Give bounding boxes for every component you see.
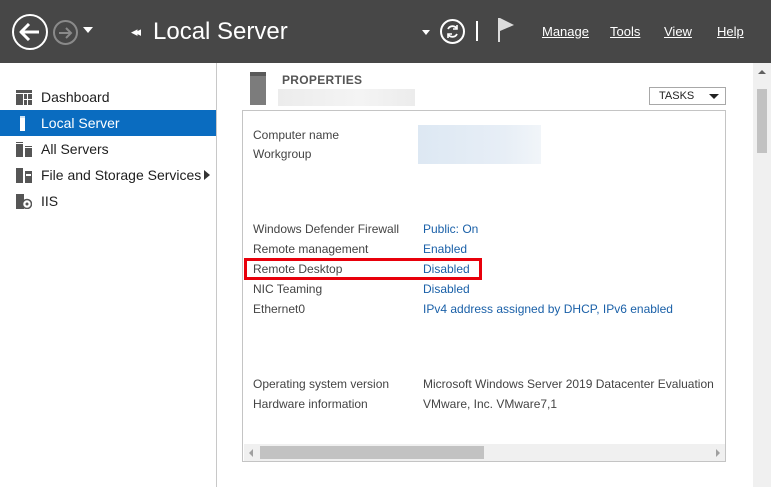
ethernet-link[interactable]: IPv4 address assigned by DHCP, IPv6 enab… <box>423 302 673 317</box>
sidebar-item-local-server[interactable]: Local Server <box>0 110 216 136</box>
horizontal-scrollbar[interactable] <box>244 444 725 461</box>
menu-help[interactable]: Help <box>717 24 744 40</box>
server-icon <box>250 72 266 105</box>
sidebar: Dashboard Local Server All Servers File … <box>0 63 217 487</box>
scrollbar-thumb[interactable] <box>757 89 767 153</box>
page-title: Local Server <box>153 18 288 45</box>
sidebar-item-label: All Servers <box>41 141 109 157</box>
local-server-icon <box>20 116 25 131</box>
header-bar: ◂◂ Local Server Manage Tools View Help <box>0 0 771 63</box>
forward-button[interactable] <box>53 20 78 45</box>
dashboard-icon <box>16 90 32 105</box>
sidebar-item-dashboard[interactable]: Dashboard <box>0 84 216 110</box>
properties-panel: Computer name Workgroup Windows Defender… <box>242 110 726 462</box>
forward-arrow-icon <box>59 26 73 39</box>
scroll-left-icon[interactable] <box>249 449 253 457</box>
refresh-button[interactable] <box>440 19 465 44</box>
sidebar-item-all-servers[interactable]: All Servers <box>0 136 216 162</box>
property-value: VMware, Inc. VMware7,1 <box>423 397 558 411</box>
tasks-button[interactable]: TASKS <box>649 87 726 105</box>
header-separator <box>476 21 478 41</box>
nic-teaming-link[interactable]: Disabled <box>423 282 470 297</box>
file-storage-icon <box>16 168 32 183</box>
firewall-link[interactable]: Public: On <box>423 222 478 237</box>
back-arrow-icon <box>19 23 39 41</box>
tasks-label: TASKS <box>659 90 695 102</box>
scrollbar-thumb[interactable] <box>260 446 484 459</box>
redacted-computer-name <box>418 125 541 164</box>
sidebar-item-label: IIS <box>41 193 59 209</box>
property-label: Ethernet0 <box>253 302 306 316</box>
menu-manage[interactable]: Manage <box>542 24 589 40</box>
remote-management-link[interactable]: Enabled <box>423 242 467 257</box>
property-label: Operating system version <box>253 377 390 391</box>
property-label: Workgroup <box>253 147 312 161</box>
menu-tools[interactable]: Tools <box>610 24 640 40</box>
all-servers-icon <box>16 142 32 157</box>
history-dropdown-button[interactable] <box>83 27 93 33</box>
scroll-right-icon[interactable] <box>716 449 720 457</box>
breadcrumb-chevron-icon: ◂◂ <box>131 24 141 39</box>
sidebar-item-file-storage[interactable]: File and Storage Services <box>0 162 216 188</box>
main-content: PROPERTIES TASKS Computer name Workgroup… <box>218 63 771 487</box>
refresh-icon <box>447 25 458 38</box>
property-value: Microsoft Windows Server 2019 Datacenter… <box>423 377 714 391</box>
property-label: Windows Defender Firewall <box>253 222 400 236</box>
back-button[interactable] <box>12 14 48 50</box>
scroll-up-icon[interactable] <box>758 70 766 74</box>
property-label: Computer name <box>253 128 340 142</box>
flag-icon <box>498 18 514 42</box>
chevron-right-icon[interactable] <box>204 170 210 180</box>
property-label: Remote management <box>253 242 369 256</box>
chevron-down-icon <box>709 94 719 99</box>
sidebar-item-label: File and Storage Services <box>41 167 202 183</box>
sidebar-item-iis[interactable]: IIS <box>0 188 216 214</box>
refresh-dropdown-button[interactable] <box>422 30 430 35</box>
vertical-scrollbar[interactable] <box>753 63 771 487</box>
properties-title: PROPERTIES <box>282 73 363 87</box>
property-label: NIC Teaming <box>253 282 323 296</box>
notifications-button[interactable] <box>496 16 516 49</box>
sidebar-item-label: Local Server <box>41 115 120 131</box>
sidebar-item-label: Dashboard <box>41 89 110 105</box>
redacted-server-name <box>278 89 415 106</box>
iis-icon <box>16 194 32 209</box>
property-label: Hardware information <box>253 397 368 411</box>
menu-view[interactable]: View <box>664 24 692 40</box>
remote-desktop-highlight <box>244 258 482 280</box>
